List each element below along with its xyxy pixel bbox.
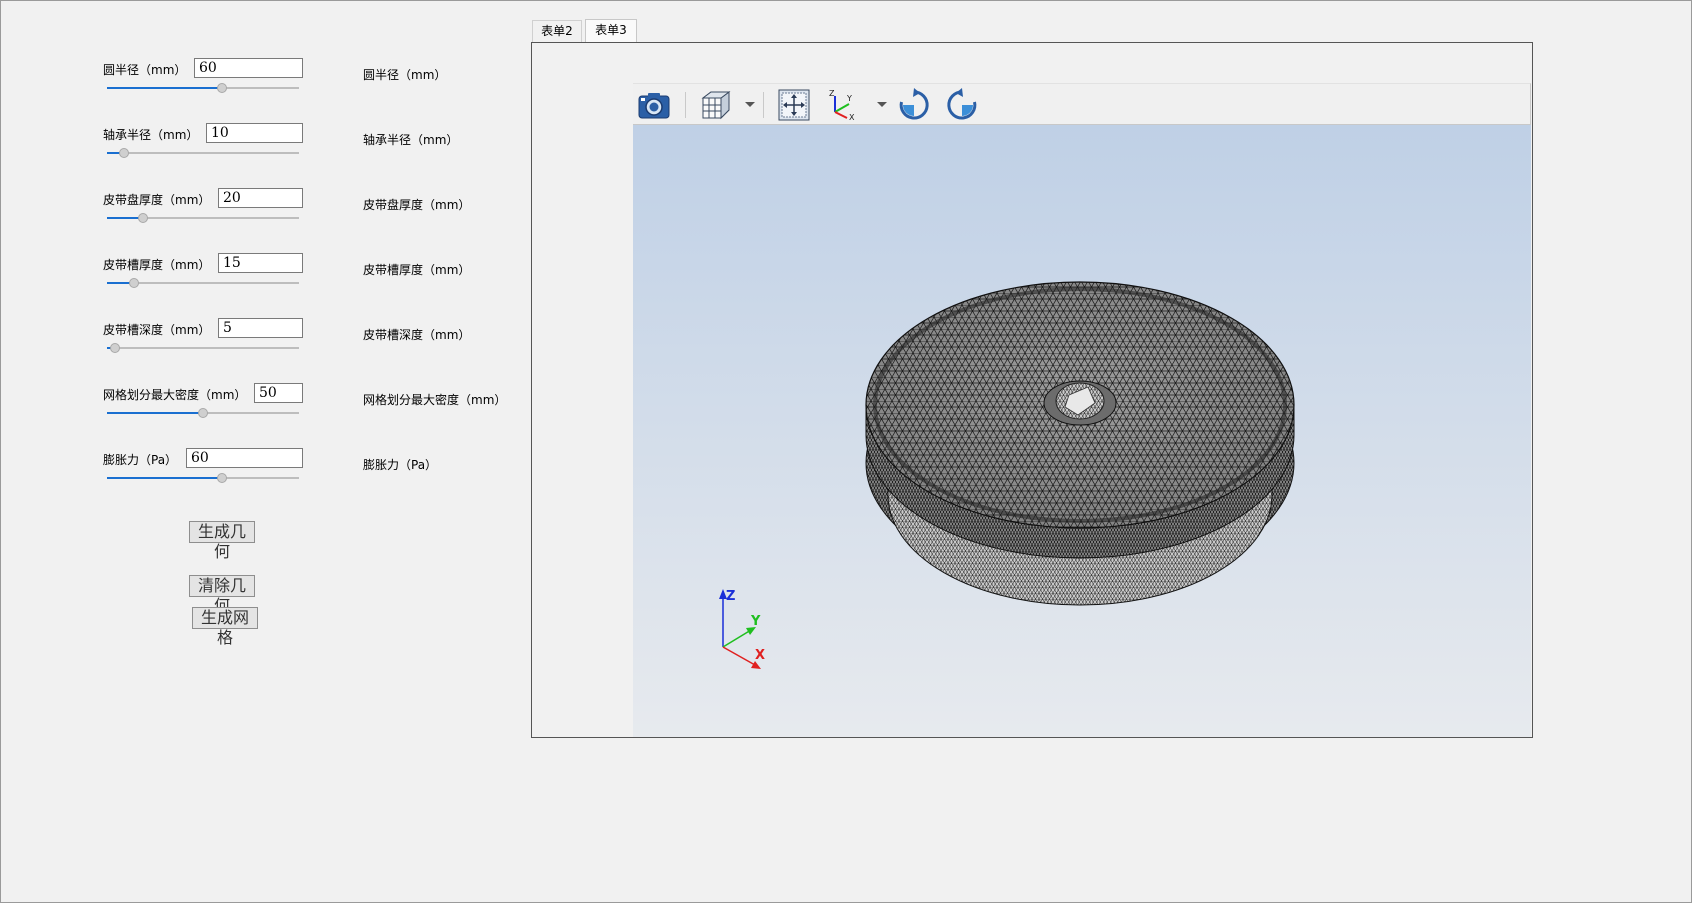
param-readout-groove-thickness: 皮带槽厚度（mm） <box>363 263 471 277</box>
tab-form2[interactable]: 表单2 <box>532 20 582 42</box>
groove-depth-slider[interactable] <box>107 341 299 355</box>
rotate-cw-icon[interactable] <box>897 88 931 122</box>
param-label-pulley-thickness: 皮带盘厚度（mm） <box>103 193 211 207</box>
slider-fill <box>107 412 203 414</box>
param-readout-groove-depth: 皮带槽深度（mm） <box>363 328 471 342</box>
param-label-expansion-force: 膨胀力（Pa） <box>103 453 178 467</box>
param-readout-pulley-thickness: 皮带盘厚度（mm） <box>363 198 471 212</box>
slider-thumb[interactable] <box>217 83 228 93</box>
chevron-down-icon[interactable] <box>877 102 887 107</box>
axes-icon-z-label: Z <box>829 89 835 98</box>
pulley-thickness-slider[interactable] <box>107 211 299 225</box>
triad-y-label: Y <box>750 614 761 629</box>
circle-radius-input[interactable]: 60 <box>194 58 303 78</box>
toolbar-separator <box>685 92 686 118</box>
slider-thumb[interactable] <box>109 343 120 353</box>
slider-thumb[interactable] <box>198 408 208 418</box>
slider-thumb[interactable] <box>128 278 139 288</box>
circle-radius-slider[interactable] <box>107 81 299 95</box>
axes-orientation-icon[interactable]: Z Y X <box>823 88 857 122</box>
generate-geometry-button[interactable]: 生成几何 <box>189 521 255 561</box>
camera-icon[interactable] <box>637 88 671 122</box>
groove-thickness-input[interactable]: 15 <box>218 253 303 273</box>
param-label-bearing-radius: 轴承半径（mm） <box>103 128 199 142</box>
tab-form3[interactable]: 表单3 <box>585 19 637 43</box>
viewer-toolbar: Z Y X <box>633 83 1531 125</box>
view-cube-icon[interactable] <box>699 88 733 122</box>
groove-depth-input[interactable]: 5 <box>218 318 303 338</box>
mesh-density-slider[interactable] <box>107 406 299 420</box>
clear-geometry-button[interactable]: 清除几何 <box>189 575 255 615</box>
slider-thumb[interactable] <box>138 213 149 223</box>
param-readout-mesh-density: 网格划分最大密度（mm） <box>363 393 507 407</box>
expansion-force-slider[interactable] <box>107 471 299 485</box>
param-label-groove-thickness: 皮带槽厚度（mm） <box>103 258 211 272</box>
slider-thumb[interactable] <box>217 473 228 483</box>
zoom-extents-icon[interactable] <box>777 88 811 122</box>
bearing-radius-input[interactable]: 10 <box>206 123 303 143</box>
generate-mesh-button[interactable]: 生成网格 <box>192 607 258 647</box>
toolbar-separator <box>763 92 764 118</box>
axis-triad: Z Y X <box>719 589 765 669</box>
slider-fill <box>107 87 223 89</box>
triad-x-label: X <box>755 648 765 663</box>
axes-icon-y-label: Y <box>846 94 852 103</box>
expansion-force-input[interactable]: 60 <box>186 448 303 468</box>
param-label-groove-depth: 皮带槽深度（mm） <box>103 323 211 337</box>
bearing-radius-slider[interactable] <box>107 146 299 160</box>
param-label-circle-radius: 圆半径（mm） <box>103 63 187 77</box>
axes-icon-x-label: X <box>849 113 855 122</box>
triad-z-label: Z <box>726 589 735 604</box>
groove-thickness-slider[interactable] <box>107 276 299 290</box>
param-label-mesh-density: 网格划分最大密度（mm） <box>103 388 247 402</box>
param-readout-bearing-radius: 轴承半径（mm） <box>363 133 459 147</box>
param-readout-circle-radius: 圆半径（mm） <box>363 68 447 82</box>
slider-thumb[interactable] <box>119 148 130 158</box>
chevron-down-icon[interactable] <box>745 102 755 107</box>
mesh-density-input[interactable]: 50 <box>254 383 303 403</box>
rotate-ccw-icon[interactable] <box>945 88 979 122</box>
slider-fill <box>107 477 223 479</box>
pulley-mesh-model: Z Y X <box>719 281 1295 669</box>
param-readout-expansion-force: 膨胀力（Pa） <box>363 458 438 472</box>
pulley-thickness-input[interactable]: 20 <box>218 188 303 208</box>
3d-viewport[interactable]: Z Y X <box>633 125 1531 737</box>
